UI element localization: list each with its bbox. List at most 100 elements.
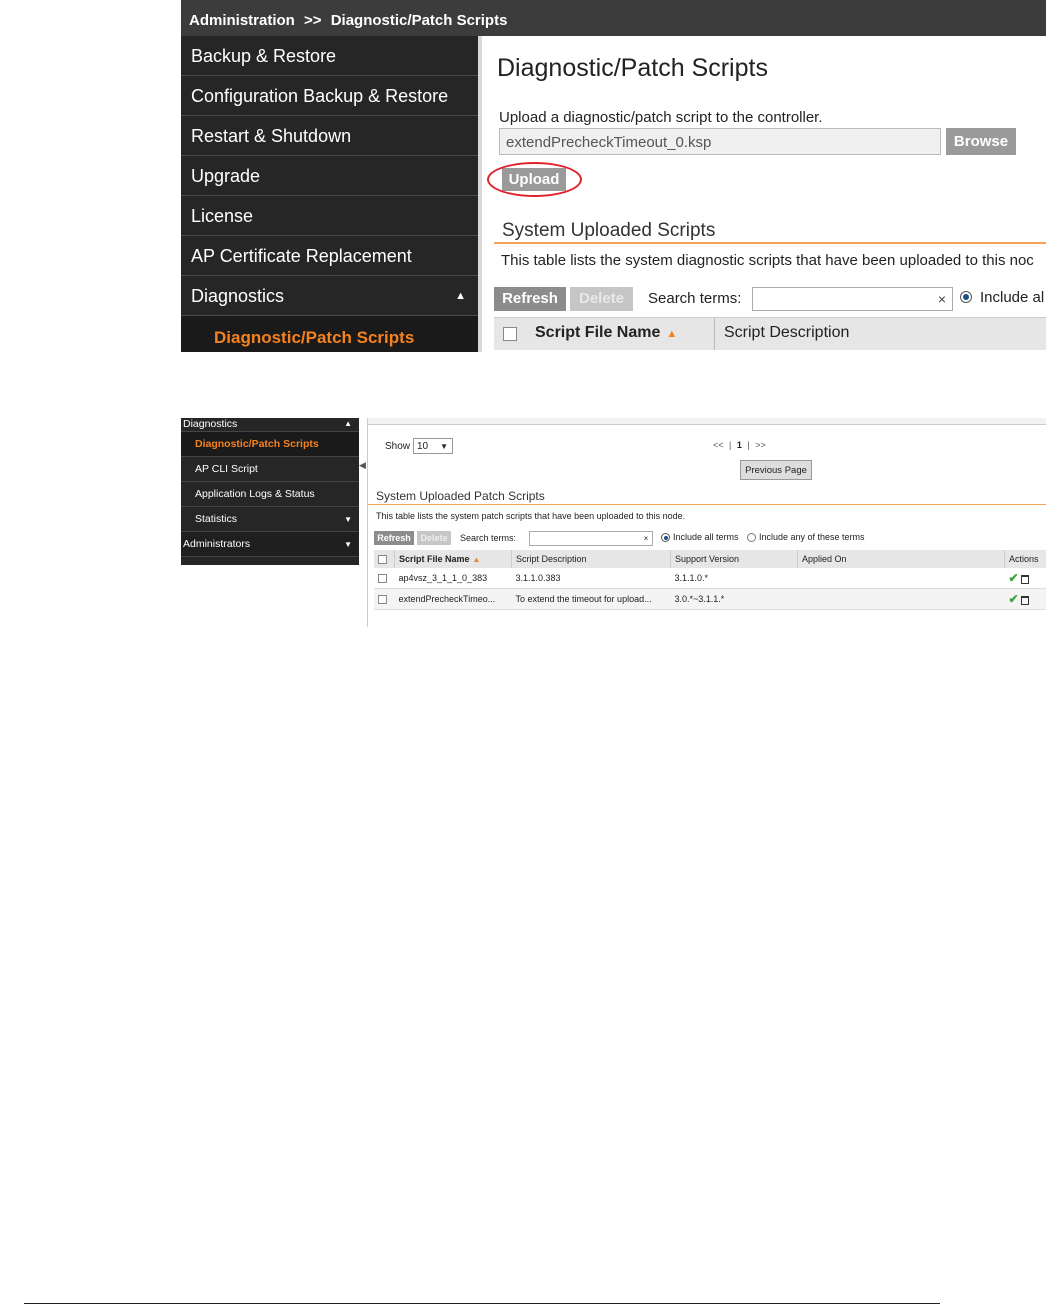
sidebar: Diagnostics ▲ Diagnostic/Patch Scripts AP… bbox=[181, 418, 359, 565]
section-divider bbox=[494, 242, 1046, 244]
footer-rule bbox=[24, 1303, 940, 1304]
sidebar-item-label: Upgrade bbox=[191, 166, 261, 186]
collapse-up-icon[interactable]: ▲ bbox=[344, 418, 352, 430]
browse-button[interactable]: Browse bbox=[946, 128, 1016, 155]
section-description: This table lists the system patch script… bbox=[376, 511, 686, 521]
search-input[interactable] bbox=[752, 287, 934, 311]
refresh-button[interactable]: Refresh bbox=[374, 531, 414, 545]
sidebar-item-label: License bbox=[191, 206, 254, 226]
expand-down-icon[interactable]: ▼ bbox=[344, 507, 352, 532]
search-label: Search terms: bbox=[460, 533, 517, 543]
collapse-up-icon[interactable]: ▲ bbox=[455, 276, 466, 316]
file-path-input[interactable]: extendPrecheckTimeout_0.ksp bbox=[499, 128, 941, 155]
breadcrumb: Administration >> Diagnostic/Patch Scrip… bbox=[181, 0, 1046, 36]
sidebar-item-label: Diagnostics bbox=[191, 286, 285, 306]
apply-check-icon[interactable]: ✔ bbox=[1009, 571, 1019, 585]
select-all-cell bbox=[374, 550, 395, 568]
sidebar-item-label: Statistics bbox=[195, 513, 238, 525]
column-header-script-file-name[interactable]: Script File Name ▲ bbox=[394, 550, 512, 568]
search-label: Search terms: bbox=[648, 290, 742, 307]
sidebar-item-upgrade[interactable]: Upgrade bbox=[181, 156, 478, 196]
trash-icon[interactable] bbox=[1020, 575, 1029, 585]
sidebar-item-label: Administrators bbox=[183, 538, 251, 550]
sidebar-item-label: Configuration Backup & Restore bbox=[191, 86, 449, 106]
search-input[interactable] bbox=[529, 531, 641, 546]
sidebar-item-license[interactable]: License bbox=[181, 196, 478, 236]
sidebar-item-ap-certificate[interactable]: AP Certificate Replacement bbox=[181, 236, 478, 276]
include-all-label: Include al bbox=[980, 289, 1045, 306]
expand-down-icon[interactable]: ▼ bbox=[344, 532, 352, 557]
first-page-link[interactable]: << bbox=[713, 440, 724, 450]
patch-scripts-table: Script File Name ▲ Script Description Sup… bbox=[374, 550, 1046, 610]
table-header-row: Script File Name ▲ Script Description Sup… bbox=[374, 550, 1046, 568]
collapse-sidebar-icon[interactable]: ◀ bbox=[359, 460, 366, 471]
page-size-select[interactable]: 10 ▼ bbox=[413, 438, 453, 454]
cell-script-description: 3.1.1.0.383 bbox=[511, 568, 671, 589]
sidebar-item-label: Application Logs & Status bbox=[195, 488, 315, 500]
clear-search-icon[interactable]: × bbox=[932, 287, 953, 311]
screenshot-diagnostic-upload: Administration >> Diagnostic/Patch Scrip… bbox=[181, 0, 1046, 352]
row-checkbox[interactable] bbox=[378, 574, 387, 584]
sidebar-item-backup-restore[interactable]: Backup & Restore bbox=[181, 36, 478, 76]
last-page-link[interactable]: >> bbox=[755, 440, 766, 450]
apply-check-icon[interactable]: ✔ bbox=[1009, 592, 1019, 606]
section-title: System Uploaded Scripts bbox=[502, 220, 716, 241]
include-any-label: Include any of these terms bbox=[759, 532, 865, 542]
clear-search-icon[interactable]: × bbox=[640, 531, 653, 546]
include-all-radio[interactable] bbox=[661, 533, 670, 542]
sidebar-item-label: AP Certificate Replacement bbox=[191, 246, 412, 266]
refresh-button[interactable]: Refresh bbox=[494, 287, 566, 311]
breadcrumb-section[interactable]: Administration bbox=[189, 12, 295, 29]
trash-icon[interactable] bbox=[1020, 596, 1029, 606]
sidebar-item-label: Diagnostics bbox=[183, 418, 238, 430]
screenshot-patch-scripts-table: Diagnostics ▲ Diagnostic/Patch Scripts AP… bbox=[181, 418, 1046, 627]
previous-page-button[interactable]: Previous Page bbox=[740, 460, 812, 480]
delete-button[interactable]: Delete bbox=[417, 531, 451, 545]
table-header: Script File Name ▲ Script Description bbox=[494, 317, 1046, 350]
column-header-script-description[interactable]: Script Description bbox=[724, 324, 849, 342]
pagination: << | 1 | >> bbox=[713, 440, 766, 450]
row-checkbox[interactable] bbox=[378, 595, 387, 605]
sidebar-item-statistics[interactable]: Statistics ▼ bbox=[181, 507, 359, 532]
sidebar-item-restart-shutdown[interactable]: Restart & Shutdown bbox=[181, 116, 478, 156]
sidebar-item-configuration-backup[interactable]: Configuration Backup & Restore bbox=[181, 76, 478, 116]
sidebar-item-label: Restart & Shutdown bbox=[191, 126, 352, 146]
section-title: System Uploaded Patch Scripts bbox=[376, 489, 545, 503]
breadcrumb-page: Diagnostic/Patch Scripts bbox=[330, 12, 508, 29]
sidebar-item-ap-cli-script[interactable]: AP CLI Script bbox=[181, 457, 359, 482]
include-any-radio[interactable] bbox=[747, 533, 756, 542]
sidebar-item-label: Backup & Restore bbox=[191, 46, 337, 66]
cell-support-version: 3.1.1.0.* bbox=[670, 568, 798, 589]
upload-label: Upload a diagnostic/patch script to the … bbox=[499, 109, 823, 126]
sidebar-item-diagnostics[interactable]: Diagnostics ▲ bbox=[181, 418, 359, 432]
table-row: extendPrecheckTimeo... To extend the tim… bbox=[374, 588, 1046, 610]
cell-script-description: To extend the timeout for upload... bbox=[511, 588, 671, 610]
pagination-separator: | bbox=[747, 440, 750, 450]
include-all-radio[interactable] bbox=[960, 291, 972, 303]
page-title: Diagnostic/Patch Scripts bbox=[497, 54, 768, 82]
current-page: 1 bbox=[736, 440, 742, 450]
sidebar-item-diagnostic-patch-scripts[interactable]: Diagnostic/Patch Scripts bbox=[181, 432, 359, 457]
show-label: Show bbox=[385, 441, 411, 452]
cell-script-file-name: extendPrecheckTimeo... bbox=[394, 588, 512, 610]
column-header-applied-on[interactable]: Applied On bbox=[797, 550, 1005, 568]
column-header-script-file-name[interactable]: Script File Name ▲ bbox=[535, 324, 677, 342]
cell-script-file-name: ap4vsz_3_1_1_0_383 bbox=[394, 568, 512, 589]
sidebar-item-label: AP CLI Script bbox=[195, 463, 258, 475]
section-divider bbox=[368, 504, 1046, 505]
column-header-script-description[interactable]: Script Description bbox=[511, 550, 671, 568]
cell-support-version: 3.0.*~3.1.1.* bbox=[670, 588, 798, 610]
pagination-separator: | bbox=[729, 440, 732, 450]
table-row: ap4vsz_3_1_1_0_383 3.1.1.0.383 3.1.1.0.*… bbox=[374, 568, 1046, 589]
select-all-checkbox[interactable] bbox=[503, 327, 517, 341]
select-all-checkbox[interactable] bbox=[378, 555, 387, 565]
column-header-support-version[interactable]: Support Version bbox=[670, 550, 798, 568]
main-panel: Diagnostic/Patch Scripts Upload a diagno… bbox=[482, 36, 1046, 352]
cell-applied-on bbox=[797, 568, 1005, 589]
sidebar-item-diagnostic-patch-scripts[interactable]: Diagnostic/Patch Scripts bbox=[181, 316, 478, 352]
delete-button[interactable]: Delete bbox=[570, 287, 633, 311]
sidebar-item-application-logs[interactable]: Application Logs & Status bbox=[181, 482, 359, 507]
sidebar-item-diagnostics[interactable]: Diagnostics ▲ bbox=[181, 276, 478, 316]
column-header-actions: Actions bbox=[1004, 550, 1046, 568]
sidebar-item-administrators[interactable]: Administrators ▼ bbox=[181, 532, 359, 557]
